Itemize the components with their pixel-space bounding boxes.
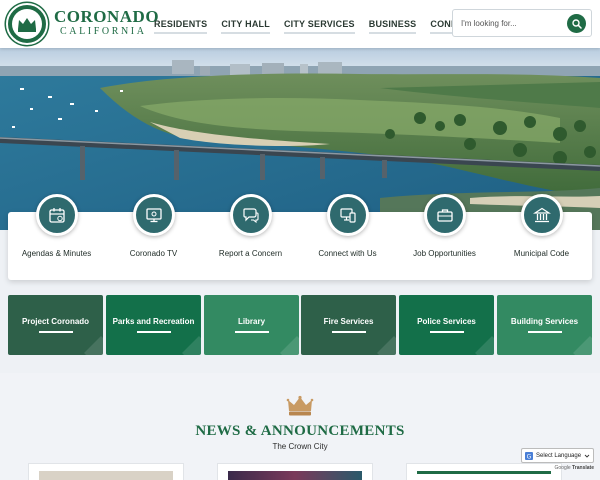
tile-underline: [331, 331, 366, 333]
tile-corner: [377, 336, 396, 355]
tile-underline: [38, 331, 73, 333]
quick-link-icon-circle: [424, 194, 466, 236]
quick-link-report-concern[interactable]: Report a Concern: [202, 194, 299, 280]
quick-link-icon-circle: [521, 194, 563, 236]
crown-seal-icon: [18, 18, 36, 32]
chat-bubble-icon: [243, 208, 259, 224]
language-select[interactable]: G Select Language: [521, 448, 594, 463]
svg-text:G: G: [527, 453, 532, 460]
tile-fire-services[interactable]: Fire Services: [301, 295, 396, 355]
tile-underline: [429, 331, 464, 333]
brand-name: CORONADO: [54, 7, 160, 26]
translate-powered-by: Google Translate: [521, 465, 594, 471]
news-title: NEWS & ANNOUNCEMENTS: [195, 423, 405, 439]
news-card-image: [39, 471, 173, 480]
search-button[interactable]: [567, 14, 586, 33]
search-icon: [571, 18, 582, 29]
google-translate-icon: G: [525, 451, 533, 460]
tile-label: Library: [237, 317, 266, 326]
news-card[interactable]: [217, 463, 373, 480]
quick-link-municipal-code[interactable]: Municipal Code: [493, 194, 590, 280]
tile-corner: [280, 336, 299, 355]
tile-corner: [475, 336, 494, 355]
news-subtitle: The Crown City: [272, 442, 328, 451]
tile-underline: [527, 331, 562, 333]
tile-police-services[interactable]: Police Services: [399, 295, 494, 355]
seal-inner: [12, 9, 42, 39]
quick-links-panel: Agendas & Minutes Coronado TV Report a C…: [8, 194, 592, 280]
language-select-label: Select Language: [536, 452, 582, 459]
tile-parks-recreation[interactable]: Parks and Recreation: [106, 295, 201, 355]
tile-building-services[interactable]: Building Services: [497, 295, 592, 355]
tile-corner: [573, 336, 592, 355]
quick-link-icon-circle: [133, 194, 175, 236]
site-header: CORONADO CALIFORNIA RESIDENTS CITY HALL …: [0, 0, 600, 48]
monitor-icon: [146, 208, 162, 223]
quick-link-icon-circle: [230, 194, 272, 236]
quick-link-label: Municipal Code: [513, 249, 570, 258]
hero-image: [0, 48, 600, 230]
quick-link-label: Connect with Us: [318, 249, 377, 258]
calendar-icon: [49, 208, 65, 223]
tile-project-coronado[interactable]: Project Coronado: [8, 295, 103, 355]
quick-link-jobs[interactable]: Job Opportunities: [396, 194, 493, 280]
tile-corner: [84, 336, 103, 355]
language-widget: G Select Language Google Translate: [521, 448, 594, 476]
quick-link-connect[interactable]: Connect with Us: [299, 194, 396, 280]
nav-item-business[interactable]: BUSINESS: [368, 0, 417, 48]
brand-subtitle: CALIFORNIA: [60, 26, 147, 37]
quick-link-agendas[interactable]: Agendas & Minutes: [8, 194, 105, 280]
tile-label: Parks and Recreation: [112, 317, 195, 326]
quick-link-label: Coronado TV: [129, 249, 178, 258]
nav-item-city-services[interactable]: CITY SERVICES: [283, 0, 355, 48]
city-seal-logo[interactable]: [6, 3, 48, 45]
tile-underline: [136, 331, 171, 333]
devices-icon: [340, 208, 356, 223]
tile-label: Police Services: [417, 317, 476, 326]
briefcase-icon: [437, 209, 453, 222]
news-card-image: [228, 471, 362, 480]
main-nav: RESIDENTS CITY HALL CITY SERVICES BUSINE…: [154, 0, 490, 48]
tile-corner: [182, 336, 201, 355]
nav-item-residents[interactable]: RESIDENTS: [154, 0, 208, 48]
tile-underline: [234, 331, 269, 333]
powered-by-translate: Translate: [572, 465, 594, 471]
tile-label: Project Coronado: [21, 317, 90, 326]
tile-library[interactable]: Library: [204, 295, 299, 355]
brand[interactable]: CORONADO CALIFORNIA: [54, 8, 159, 39]
courthouse-icon: [533, 207, 551, 223]
search-input[interactable]: [461, 16, 561, 31]
news-card[interactable]: [28, 463, 184, 480]
tile-label: Fire Services: [323, 317, 374, 326]
quick-link-icon-circle: [327, 194, 369, 236]
hero-aerial-photo: [0, 48, 600, 230]
nav-item-city-hall[interactable]: CITY HALL: [221, 0, 270, 48]
department-tiles: Project Coronado Parks and Recreation Li…: [8, 295, 592, 355]
powered-by-google: Google: [554, 465, 571, 471]
chevron-down-icon: [584, 454, 590, 458]
news-section: NEWS & ANNOUNCEMENTS The Crown City: [0, 373, 600, 480]
crown-icon: [286, 395, 314, 416]
quick-link-label: Job Opportunities: [413, 249, 476, 258]
quick-link-coronado-tv[interactable]: Coronado TV: [105, 194, 202, 280]
tile-label: Building Services: [510, 317, 579, 326]
quick-link-icon-circle: [36, 194, 78, 236]
quick-link-label: Agendas & Minutes: [21, 249, 92, 258]
quick-link-label: Report a Concern: [218, 249, 283, 258]
search-box: [452, 9, 592, 37]
